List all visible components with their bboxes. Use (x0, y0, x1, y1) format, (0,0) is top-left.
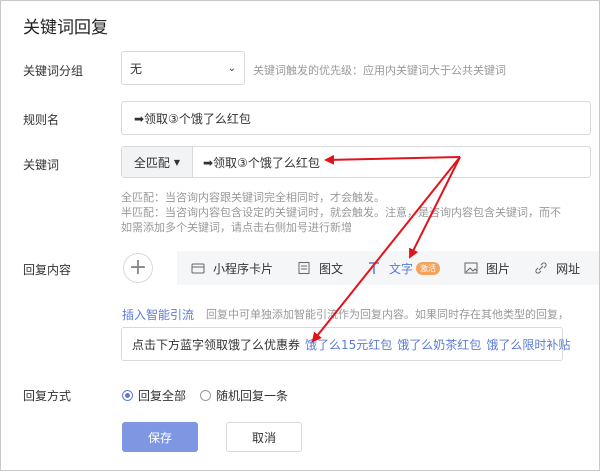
keyword-row: 全匹配 ▼ ➡领取③个饿了么红包 (121, 146, 591, 178)
reply-text: 点击下方蓝字领取饿了么优惠券 (132, 337, 301, 352)
group-select-value: 无 (130, 61, 143, 76)
radio-reply-all-label: 回复全部 (138, 389, 187, 403)
reply-text-box[interactable]: 点击下方蓝字领取饿了么优惠券 饿了么15元红包 饿了么奶茶红包 饿了么限时补贴 (121, 327, 570, 361)
page-title: 关键词回复 (23, 18, 108, 38)
link-icon (535, 262, 547, 274)
mini-program-card-icon (191, 263, 205, 274)
group-select[interactable]: 无 ⌄ (121, 51, 245, 85)
radio-reply-random-label: 随机回复一条 (216, 389, 289, 403)
reply-content-label: 回复内容 (23, 263, 72, 277)
radio-reply-random[interactable] (200, 390, 212, 401)
form-panel: 关键词回复 关键词分组 无 ⌄ 关键词触发的优先级：应用内关键词大于公共关键词 … (0, 0, 600, 471)
keyword-label: 关键词 (23, 158, 60, 172)
reply-link-2[interactable]: 饿了么奶茶红包 (397, 336, 481, 353)
reply-link-1[interactable]: 饿了么15元红包 (305, 336, 392, 353)
reply-link-3[interactable]: 饿了么限时补贴 (486, 336, 570, 353)
radio-reply-all[interactable] (122, 390, 133, 401)
image-icon (464, 262, 478, 274)
type-label: 图片 (486, 261, 511, 276)
reply-mode-label: 回复方式 (23, 389, 72, 403)
caret-down-icon: ▼ (173, 157, 181, 167)
reply-type-bar: 小程序卡片 图文 文字 激活 图片 网址 (177, 251, 599, 285)
rule-name-label: 规则名 (23, 113, 60, 127)
type-label: 图文 (319, 261, 344, 276)
text-icon (369, 262, 380, 274)
match-desc-line-2: 半匹配：当咨询内容包含设定的关键词时，就会触发。注意，是咨询内容包含关键词，而不 (121, 206, 561, 219)
insert-smart-traffic-link[interactable]: 插入智能引流 (122, 306, 194, 323)
match-type-dropdown[interactable]: 全匹配 ▼ (122, 147, 193, 177)
save-button[interactable]: 保存 (122, 422, 198, 452)
match-desc-line-1: 全匹配：当咨询内容跟关键词完全相同时，才会触发。 (121, 191, 385, 204)
chevron-down-icon: ⌄ (227, 62, 236, 74)
add-reply-button[interactable]: + (123, 253, 153, 283)
article-icon (298, 262, 310, 274)
type-article[interactable]: 图文 (297, 260, 343, 277)
match-desc-line-3: 如需添加多个关键词，请点击右侧加号进行新增 (121, 221, 352, 234)
rule-name-input[interactable]: ➡领取③个饿了么红包 (121, 101, 591, 135)
keyword-input[interactable]: ➡领取③个饿了么红包 (193, 154, 320, 171)
group-label: 关键词分组 (23, 64, 84, 78)
match-description: 全匹配：当咨询内容跟关键词完全相同时，才会触发。 半匹配：当咨询内容包含设定的关… (121, 190, 561, 235)
type-label: 小程序卡片 (213, 261, 274, 276)
type-label: 文字 (389, 261, 414, 276)
type-mini-program[interactable]: 小程序卡片 (191, 260, 273, 277)
plus-icon: + (128, 255, 148, 280)
type-image[interactable]: 图片 (464, 260, 510, 277)
cancel-button[interactable]: 取消 (226, 422, 302, 452)
rule-name-value: ➡领取③个饿了么红包 (134, 111, 251, 126)
type-label: 网址 (556, 261, 581, 276)
active-badge: 激活 (416, 261, 441, 275)
type-link[interactable]: 网址 (534, 260, 580, 277)
match-type-label: 全匹配 (133, 155, 170, 170)
reply-mode-options: 回复全部 随机回复一条 (122, 387, 288, 404)
group-hint: 关键词触发的优先级：应用内关键词大于公共关键词 (253, 64, 506, 77)
smart-traffic-hint: 回复中可单独添加智能引流作为回复内容。如果同时存在其他类型的回复， (206, 308, 569, 321)
type-text[interactable]: 文字 激活 (367, 260, 441, 277)
